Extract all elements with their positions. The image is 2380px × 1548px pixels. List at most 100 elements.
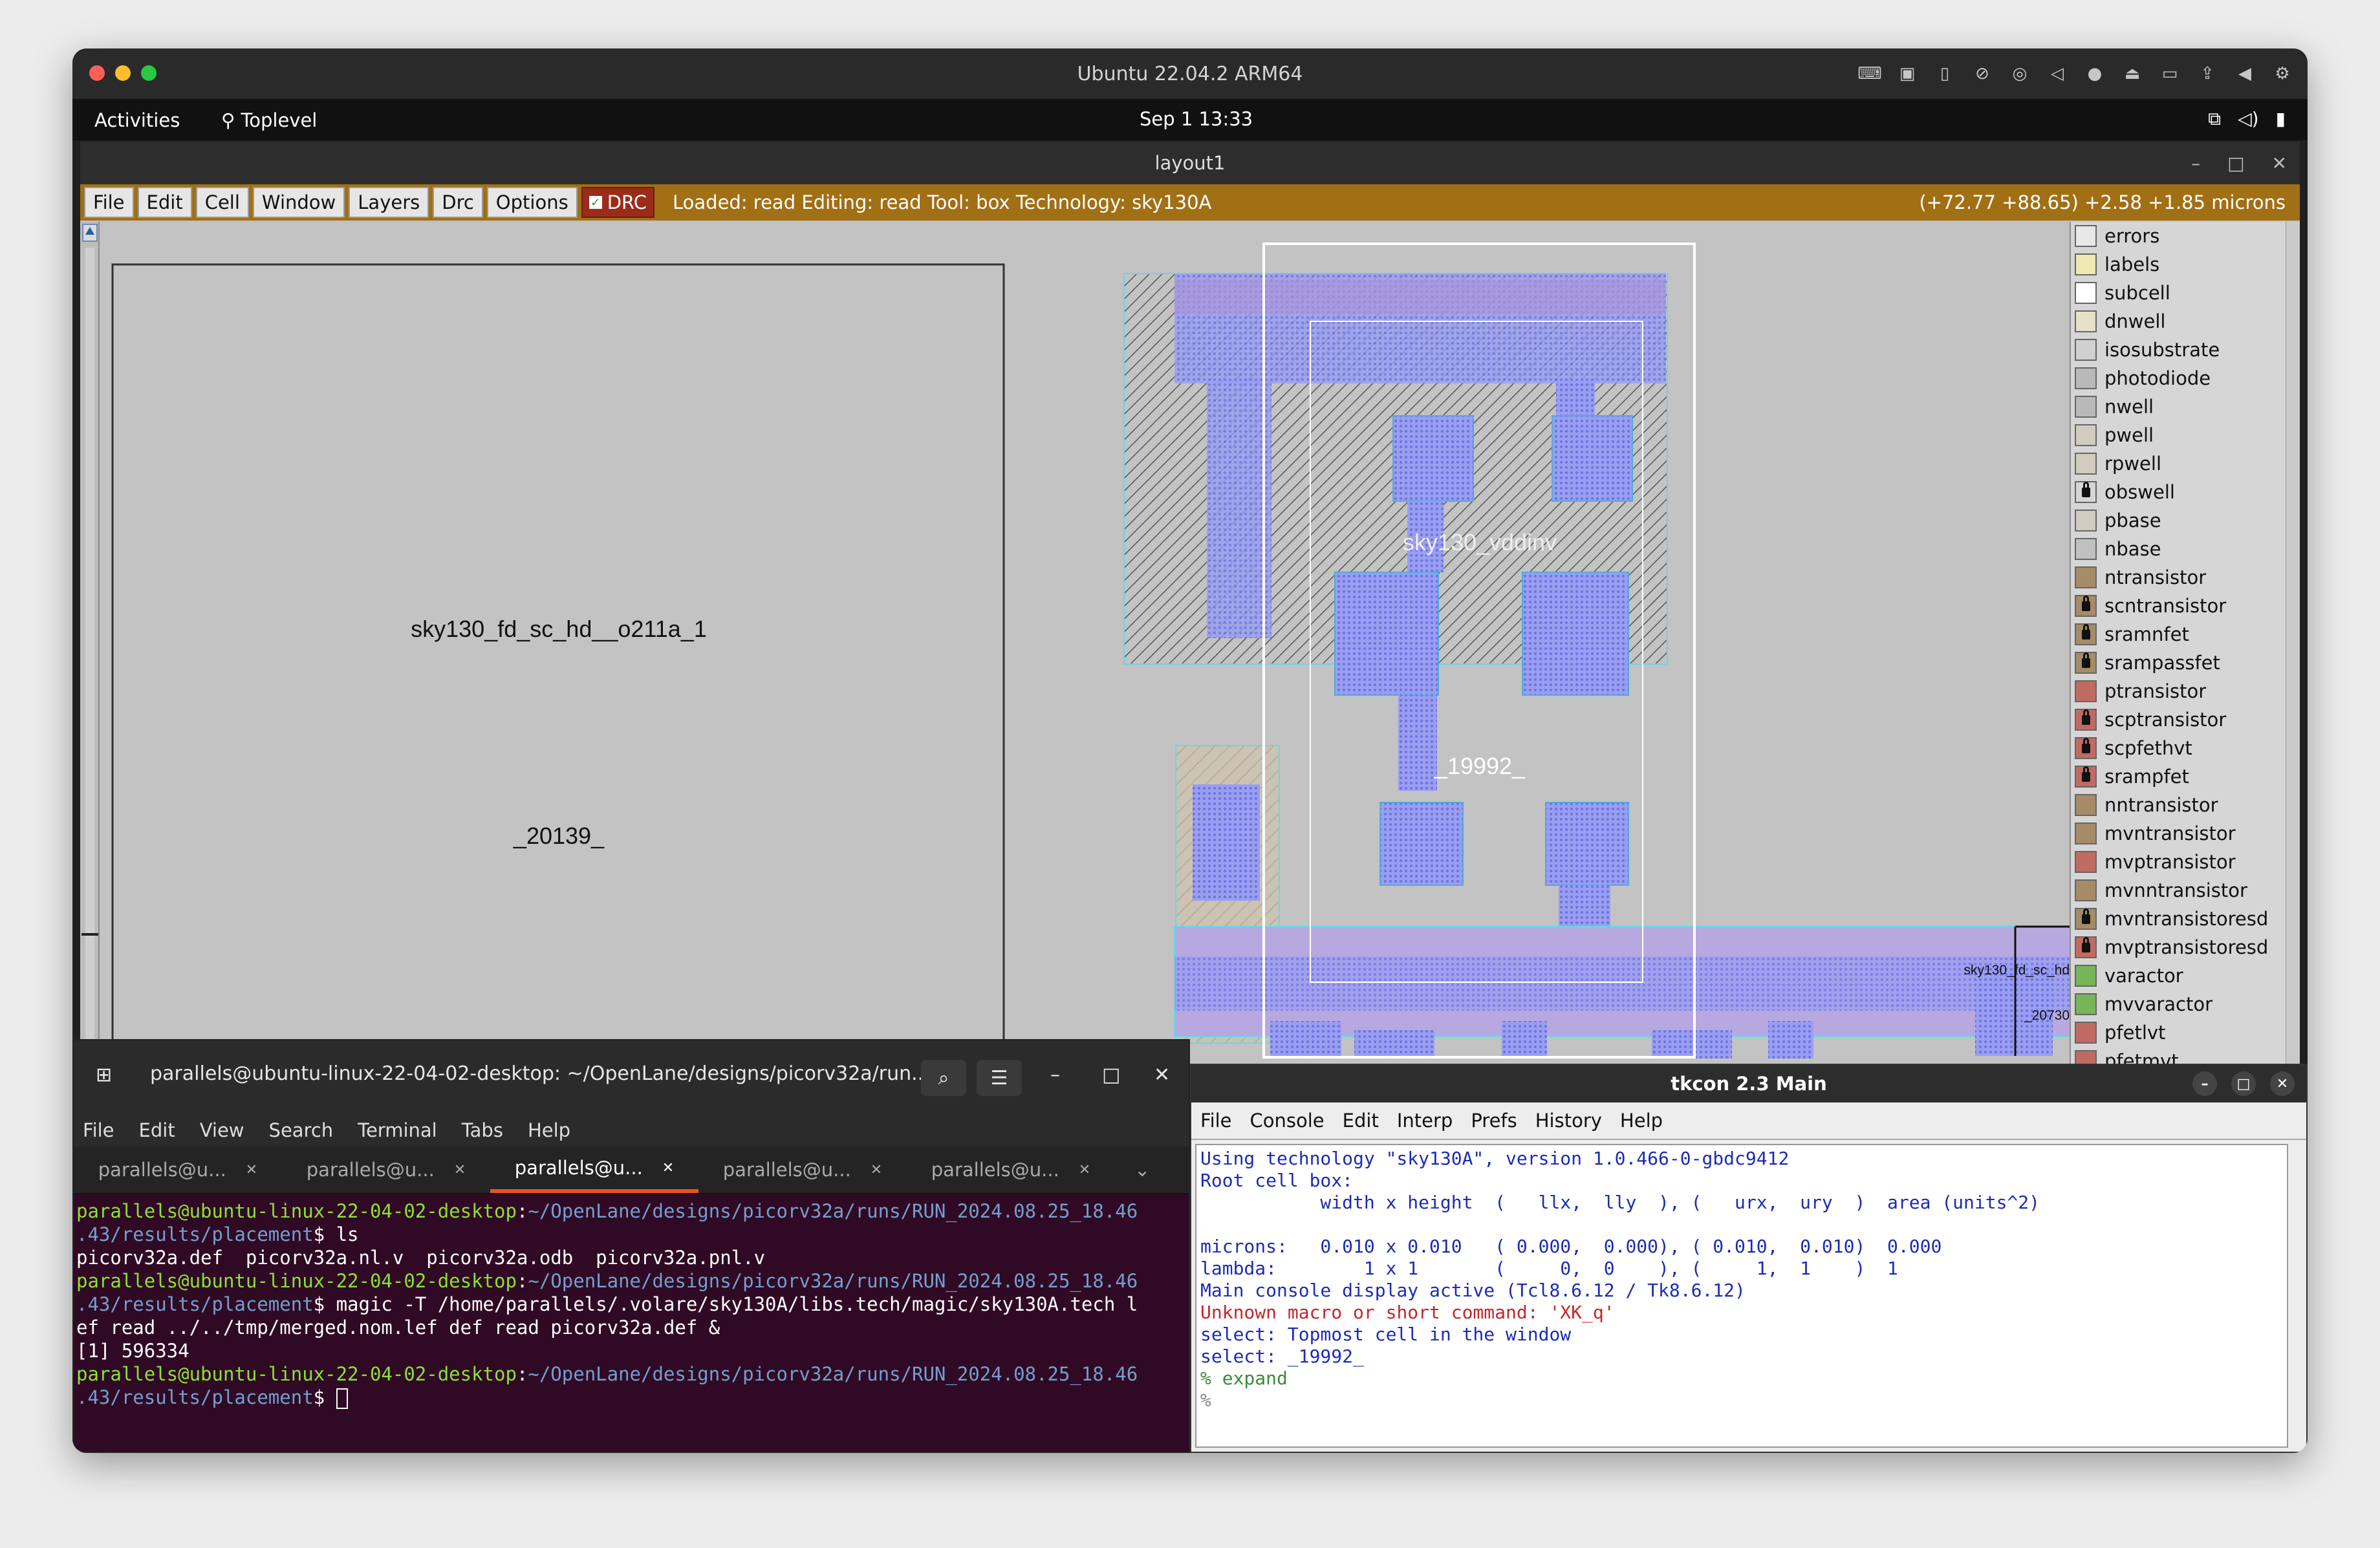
layer-item[interactable]: scntransistor [2071, 592, 2300, 620]
cpu-icon[interactable]: ▣ [1896, 63, 1918, 85]
clock[interactable]: Sep 1 13:33 [1140, 108, 1253, 130]
layer-item[interactable]: photodiode [2071, 364, 2300, 392]
layer-item[interactable]: mvvaractor [2071, 990, 2300, 1018]
maximize-icon[interactable]: □ [1102, 1064, 1120, 1086]
layer-item[interactable]: ptransistor [2071, 677, 2300, 705]
term-menu-tabs[interactable]: Tabs [462, 1119, 503, 1141]
vertical-scrollbar[interactable] [80, 222, 100, 1096]
tk-menu-edit[interactable]: Edit [1343, 1110, 1379, 1132]
search-icon[interactable]: ⌕ [921, 1060, 966, 1096]
tk-menu-file[interactable]: File [1200, 1110, 1232, 1132]
app-menu[interactable]: ⚲ Toplevel [221, 109, 317, 131]
hamburger-icon[interactable]: ☰ [977, 1060, 1022, 1096]
back-icon[interactable]: ◀ [2234, 63, 2256, 85]
chevron-down-icon[interactable]: ⌄ [1134, 1146, 1150, 1193]
system-tray[interactable]: ⧉ ◁) ▮ [2208, 108, 2286, 130]
tab-4[interactable]: parallels@u... ✕ [698, 1146, 907, 1193]
layer-palette[interactable]: errors labels subcell dnwell isosubstrate pho… [2070, 222, 2300, 1137]
gear-icon[interactable]: ⚙ [2271, 63, 2293, 85]
maximize-icon[interactable]: □ [2231, 1071, 2256, 1096]
layer-item[interactable]: mvptransistoresd [2071, 933, 2300, 962]
tab-3[interactable]: parallels@u... ✕ [490, 1146, 698, 1193]
zoom-light[interactable] [141, 65, 157, 81]
camera-icon[interactable]: ▭ [2159, 63, 2181, 85]
close-icon[interactable]: ✕ [454, 1162, 466, 1178]
layer-item[interactable]: srampassfet [2071, 649, 2300, 677]
layer-item[interactable]: scptransistor [2071, 705, 2300, 734]
layer-item[interactable]: isosubstrate [2071, 336, 2300, 364]
layer-item[interactable]: srampfet [2071, 762, 2300, 791]
activities-button[interactable]: Activities [94, 109, 180, 131]
close-icon[interactable]: ✕ [246, 1162, 257, 1178]
close-light[interactable] [89, 65, 105, 81]
layer-item[interactable]: pfetlvt [2071, 1018, 2300, 1047]
tkcon-console[interactable]: Using technology "sky130A", version 1.0.… [1195, 1144, 2288, 1448]
minimize-icon[interactable]: – [2191, 153, 2200, 174]
mic-icon[interactable]: ● [2084, 63, 2106, 85]
close-icon[interactable]: ✕ [871, 1162, 882, 1178]
layout-canvas[interactable]: sky130_fd_sc_hd__o211a_1 _20139_ sky130_… [100, 222, 2071, 1082]
layer-item[interactable]: mvntransistor [2071, 819, 2300, 848]
drc-toggle[interactable]: ✓ DRC [581, 187, 654, 218]
term-menu-file[interactable]: File [83, 1119, 114, 1141]
close-icon[interactable]: ✕ [662, 1160, 674, 1176]
mouse-icon[interactable]: ▯ [1934, 63, 1956, 85]
no-camera-icon[interactable]: ⊘ [1971, 63, 1993, 85]
layer-item[interactable]: errors [2071, 222, 2300, 250]
drive-icon[interactable]: ⏏ [2121, 63, 2143, 85]
tk-menu-interp[interactable]: Interp [1397, 1110, 1453, 1132]
tk-menu-prefs[interactable]: Prefs [1471, 1110, 1517, 1132]
minimize-icon[interactable]: – [1050, 1064, 1060, 1086]
tab-5[interactable]: parallels@u... ✕ [907, 1146, 1115, 1193]
close-icon[interactable]: ✕ [2270, 1071, 2295, 1096]
layer-item[interactable]: dnwell [2071, 307, 2300, 336]
terminal-output[interactable]: parallels@ubuntu-linux-22-04-02-desktop:… [74, 1194, 1189, 1414]
close-icon[interactable]: ✕ [1154, 1064, 1170, 1086]
menu-cell[interactable]: Cell [195, 187, 249, 218]
tab-2[interactable]: parallels@u... ✕ [282, 1146, 490, 1193]
layer-item[interactable]: mvptransistor [2071, 848, 2300, 876]
layer-item[interactable]: rpwell [2071, 449, 2300, 478]
tk-menu-console[interactable]: Console [1250, 1110, 1325, 1132]
layer-item[interactable]: mvnntransistor [2071, 876, 2300, 905]
layer-item[interactable]: sramnfet [2071, 620, 2300, 649]
term-menu-terminal[interactable]: Terminal [358, 1119, 437, 1141]
menu-drc[interactable]: Drc [433, 187, 483, 218]
menu-file[interactable]: File [84, 187, 134, 218]
keyboard-icon[interactable]: ⌨ [1857, 63, 1882, 85]
layer-item[interactable]: mvntransistoresd [2071, 905, 2300, 933]
term-menu-search[interactable]: Search [269, 1119, 334, 1141]
layer-item[interactable]: nwell [2071, 392, 2300, 421]
tk-menu-history[interactable]: History [1535, 1110, 1602, 1132]
minimize-icon[interactable]: – [2192, 1071, 2217, 1096]
layer-item[interactable]: varactor [2071, 962, 2300, 990]
menu-options[interactable]: Options [486, 187, 578, 218]
close-icon[interactable]: ✕ [2272, 153, 2287, 174]
term-menu-view[interactable]: View [200, 1119, 244, 1141]
term-menu-help[interactable]: Help [528, 1119, 570, 1141]
maximize-icon[interactable]: □ [2227, 153, 2244, 174]
layer-scrollbar[interactable] [2286, 222, 2300, 1137]
layer-item[interactable]: labels [2071, 250, 2300, 279]
tab-1[interactable]: parallels@u... ✕ [74, 1146, 282, 1193]
layer-item[interactable]: subcell [2071, 279, 2300, 307]
tk-menu-help[interactable]: Help [1620, 1110, 1663, 1132]
menu-window[interactable]: Window [252, 187, 345, 218]
globe-icon[interactable]: ◎ [2009, 63, 2031, 85]
layer-item[interactable]: ntransistor [2071, 563, 2300, 592]
close-icon[interactable]: ✕ [1079, 1162, 1090, 1178]
layer-item[interactable]: nntransistor [2071, 791, 2300, 819]
layer-item[interactable]: scpfethvt [2071, 734, 2300, 762]
new-tab-icon[interactable]: ⊞ [96, 1064, 112, 1086]
menu-layers[interactable]: Layers [349, 187, 429, 218]
minimize-light[interactable] [115, 65, 131, 81]
layer-item[interactable]: nbase [2071, 535, 2300, 563]
layer-item[interactable]: obswell [2071, 478, 2300, 506]
speaker-icon[interactable]: ◁ [2046, 63, 2068, 85]
share-icon[interactable]: ⇪ [2196, 63, 2218, 85]
layer-item[interactable]: pbase [2071, 506, 2300, 535]
menu-edit[interactable]: Edit [137, 187, 192, 218]
layer-item[interactable]: pwell [2071, 421, 2300, 449]
job-output: [1] 596334 [76, 1340, 189, 1362]
term-menu-edit[interactable]: Edit [139, 1119, 175, 1141]
